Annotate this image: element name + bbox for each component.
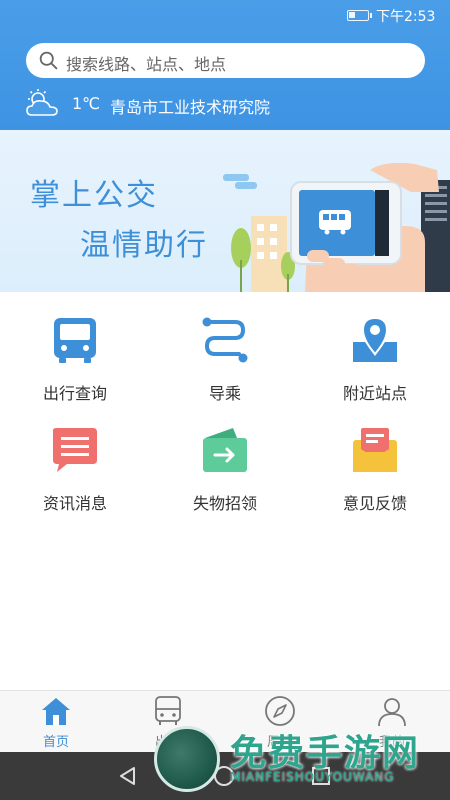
app-screen: 下午2:53 搜索线路、站点、地点 1℃ 青岛市工业技术研究院 掌上公交 温情助… — [0, 0, 450, 800]
feature-news[interactable]: 资讯消息 — [0, 402, 150, 513]
envelope-icon — [353, 428, 397, 472]
watermark-title: 免费手游网 — [230, 733, 421, 774]
banner-illustration — [223, 162, 450, 292]
feature-nearby-stations[interactable]: 附近站点 — [300, 292, 450, 403]
feature-label: 失物招领 — [192, 494, 257, 513]
battery-icon — [347, 10, 372, 21]
banner-slogan-line1: 掌上公交 — [30, 178, 158, 213]
feature-trip-query[interactable]: 出行查询 — [0, 292, 150, 403]
home-icon — [42, 698, 70, 725]
tab-home[interactable]: 首页 — [0, 691, 112, 753]
feature-label: 出行查询 — [42, 384, 107, 403]
feature-grid: 出行查询 导乘 附近站点 资讯消息 失物招领 意见反馈 — [0, 292, 450, 522]
header: 下午2:53 搜索线路、站点、地点 1℃ 青岛市工业技术研究院 — [0, 0, 450, 130]
back-icon[interactable] — [118, 766, 138, 786]
status-time: 下午2:53 — [376, 9, 436, 25]
tab-label: 首页 — [42, 735, 69, 750]
location-pin-icon — [353, 316, 397, 362]
route-icon — [202, 317, 248, 363]
current-location[interactable]: 青岛市工业技术研究院 — [110, 94, 270, 118]
weather-row: 1℃ 青岛市工业技术研究院 — [24, 88, 444, 120]
feature-lost-found[interactable]: 失物招领 — [150, 402, 300, 513]
feature-guide[interactable]: 导乘 — [150, 292, 300, 403]
watermark-subtitle: MIANFEISHOUYOUWANG — [230, 770, 395, 784]
watermark: 免费手游网 MIANFEISHOUYOUWANG — [150, 720, 450, 800]
feature-label: 意见反馈 — [342, 494, 407, 513]
search-placeholder: 搜索线路、站点、地点 — [66, 55, 227, 74]
search-icon — [39, 51, 58, 70]
partly-cloudy-icon — [26, 89, 58, 116]
promo-banner[interactable]: 掌上公交 温情助行 — [0, 130, 450, 292]
banner-slogan-line2: 温情助行 — [80, 228, 208, 263]
status-bar: 下午2:53 — [0, 0, 450, 30]
bus-icon — [54, 318, 96, 363]
feature-label: 资讯消息 — [42, 494, 107, 513]
feature-label: 导乘 — [208, 384, 241, 403]
message-icon — [53, 428, 97, 472]
temperature: 1℃ — [72, 94, 101, 113]
wallet-icon — [203, 428, 247, 472]
search-bar[interactable]: 搜索线路、站点、地点 — [26, 43, 425, 78]
feature-feedback[interactable]: 意见反馈 — [300, 402, 450, 513]
watermark-logo — [154, 726, 220, 792]
feature-label: 附近站点 — [342, 384, 407, 403]
